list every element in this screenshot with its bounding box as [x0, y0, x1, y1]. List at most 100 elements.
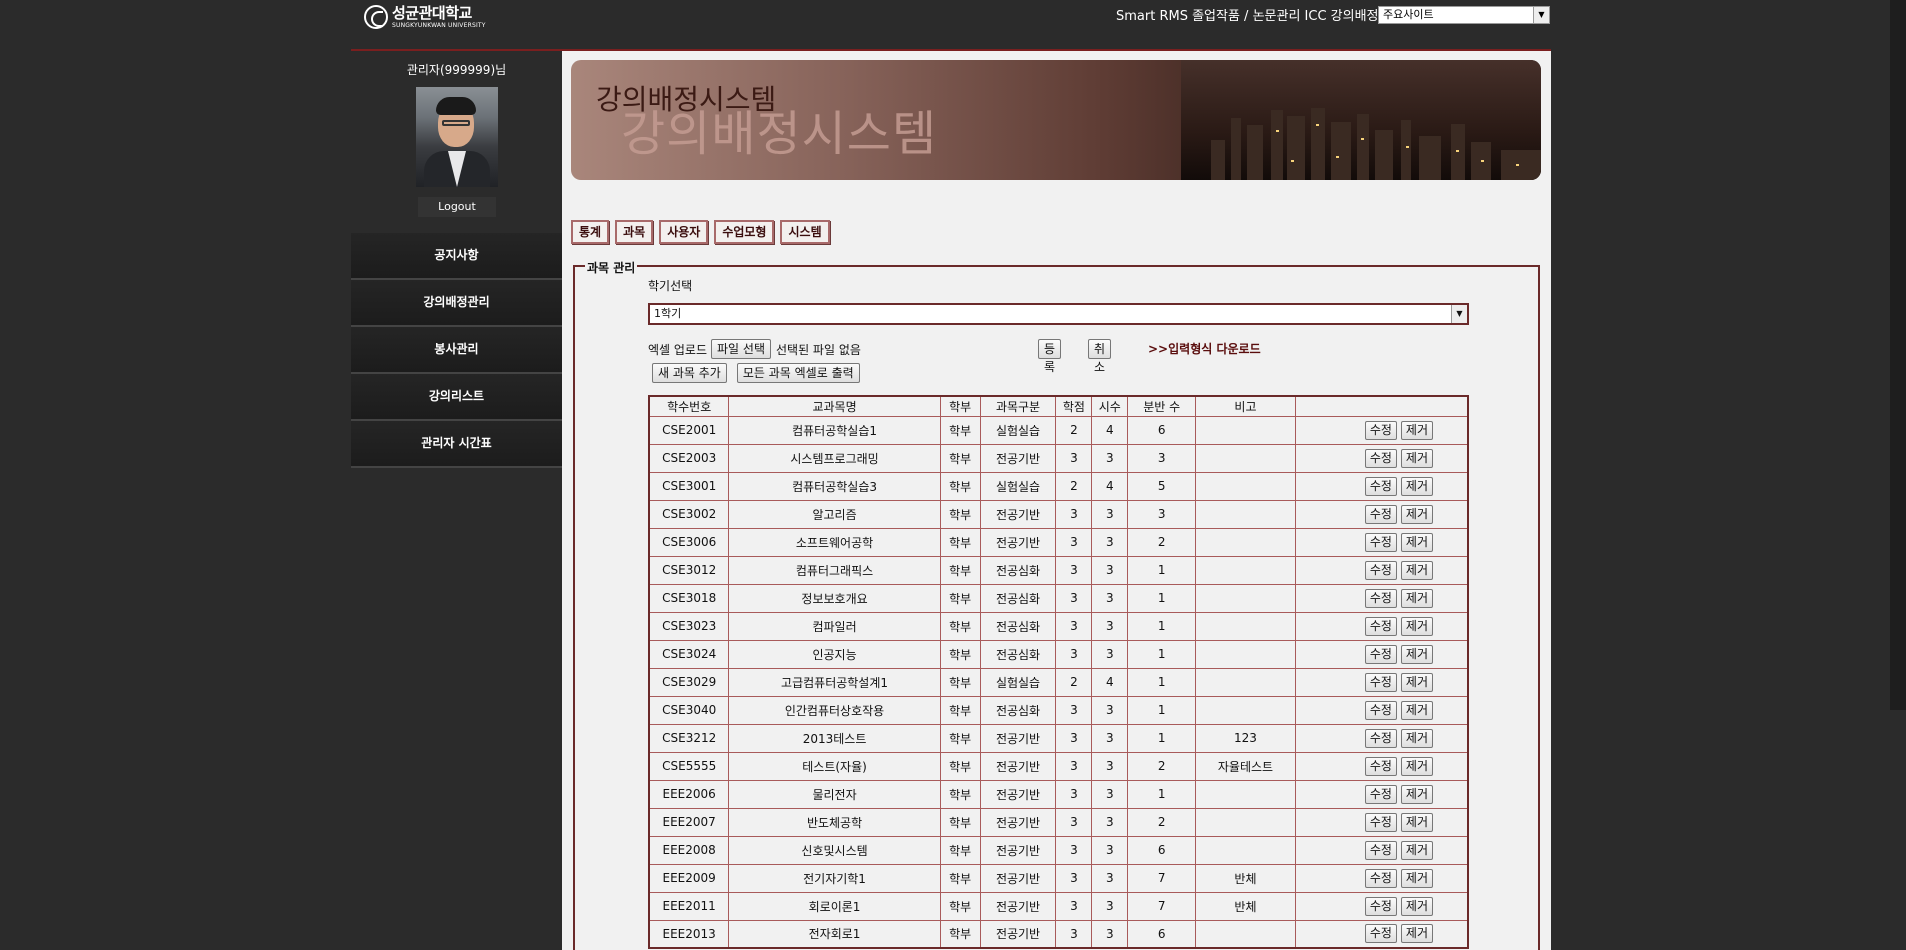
edit-button[interactable]: 수정: [1364, 644, 1397, 664]
delete-button[interactable]: 제거: [1400, 420, 1433, 440]
sidebar-item-lecture-assignment[interactable]: 강의배정관리: [351, 280, 562, 327]
delete-button[interactable]: 제거: [1400, 616, 1433, 636]
sidebar-item-service[interactable]: 봉사관리: [351, 327, 562, 374]
delete-button[interactable]: 제거: [1400, 532, 1433, 552]
cell-note: [1195, 667, 1296, 697]
delete-button[interactable]: 제거: [1400, 700, 1433, 720]
cell-category: 실험실습: [979, 471, 1057, 501]
university-logo[interactable]: 성균관대학교 SUNGKYUNKWAN UNIVERSITY: [364, 5, 486, 29]
edit-button[interactable]: 수정: [1364, 812, 1397, 832]
cell-sections: 6: [1127, 919, 1197, 949]
edit-button[interactable]: 수정: [1364, 588, 1397, 608]
delete-button[interactable]: 제거: [1400, 868, 1433, 888]
edit-button[interactable]: 수정: [1364, 672, 1397, 692]
top-links[interactable]: Smart RMS 졸업작품 / 논문관리 ICC 강의배정: [1116, 5, 1379, 24]
delete-button[interactable]: 제거: [1400, 504, 1433, 524]
cell-course-code: CSE3023: [648, 611, 730, 641]
delete-button[interactable]: 제거: [1400, 812, 1433, 832]
cell-course-name: 고급컴퓨터공학설계1: [728, 667, 941, 697]
tab-class-model[interactable]: 수업모형: [714, 220, 775, 244]
edit-button[interactable]: 수정: [1364, 532, 1397, 552]
tab-statistics[interactable]: 통계: [571, 220, 610, 244]
edit-button[interactable]: 수정: [1364, 700, 1397, 720]
tab-courses[interactable]: 과목: [615, 220, 654, 244]
cell-course-name: 정보보호개요: [728, 583, 941, 613]
delete-button[interactable]: 제거: [1400, 924, 1433, 944]
table-row: CSE2001 컴퓨터공학실습1 학부 실험실습 2 4 6 수정 제거: [648, 415, 1469, 445]
cell-note: 반체: [1195, 863, 1296, 893]
sidebar-item-notice[interactable]: 공지사항: [351, 233, 562, 280]
table-row: CSE3029 고급컴퓨터공학설계1 학부 실험실습 2 4 1 수정 제거: [648, 667, 1469, 697]
delete-button[interactable]: 제거: [1400, 644, 1433, 664]
edit-button[interactable]: 수정: [1364, 868, 1397, 888]
cell-course-code: CSE3024: [648, 639, 730, 669]
table-row: CSE3040 인간컴퓨터상호작용 학부 전공심화 3 3 1 수정 제거: [648, 695, 1469, 725]
edit-button[interactable]: 수정: [1364, 896, 1397, 916]
semester-label: 학기선택: [648, 279, 693, 293]
cell-course-name: 시스템프로그래밍: [728, 443, 941, 473]
cell-division: 학부: [939, 835, 981, 865]
delete-button[interactable]: 제거: [1400, 728, 1433, 748]
cell-note: [1195, 527, 1296, 557]
cell-division: 학부: [939, 583, 981, 613]
delete-button[interactable]: 제거: [1400, 756, 1433, 776]
edit-button[interactable]: 수정: [1364, 504, 1397, 524]
cell-note: [1195, 583, 1296, 613]
col-header-note: 비고: [1195, 395, 1296, 417]
top-tabs: 통계 과목 사용자 수업모형 시스템: [571, 220, 830, 244]
cell-note: 123: [1195, 723, 1296, 753]
edit-button[interactable]: 수정: [1364, 420, 1397, 440]
edit-button[interactable]: 수정: [1364, 616, 1397, 636]
cell-division: 학부: [939, 415, 981, 445]
edit-button[interactable]: 수정: [1364, 728, 1397, 748]
edit-button[interactable]: 수정: [1364, 924, 1397, 944]
file-select-button[interactable]: 파일 선택: [711, 339, 771, 359]
table-header-row: 학수번호 교과목명 학부 과목구분 학점 시수 분반 수 비고: [648, 395, 1469, 417]
dropdown-arrow-icon: ▼: [1451, 305, 1467, 323]
cell-credits: 3: [1055, 723, 1093, 753]
cell-credits: 3: [1055, 611, 1093, 641]
delete-button[interactable]: 제거: [1400, 896, 1433, 916]
cell-division: 학부: [939, 443, 981, 473]
edit-button[interactable]: 수정: [1364, 476, 1397, 496]
logout-button[interactable]: Logout: [418, 197, 496, 217]
cell-hours: 3: [1091, 723, 1129, 753]
cancel-button[interactable]: 취소: [1088, 339, 1112, 374]
add-course-button[interactable]: 새 과목 추가: [652, 363, 727, 383]
cell-course-name: 전자회로1: [728, 919, 941, 949]
edit-button[interactable]: 수정: [1364, 560, 1397, 580]
cell-credits: 3: [1055, 891, 1093, 921]
site-select[interactable]: 주요사이트 ▼: [1378, 6, 1550, 24]
cell-course-name: 컴퓨터그래픽스: [728, 555, 941, 585]
course-management-panel: 과목 관리 학기선택 1학기 ▼ 엑셀 업로드 파일 선택 선택된 파일 없음 …: [573, 259, 1540, 950]
export-excel-button[interactable]: 모든 과목 엑셀로 출력: [736, 363, 860, 383]
edit-button[interactable]: 수정: [1364, 784, 1397, 804]
delete-button[interactable]: 제거: [1400, 672, 1433, 692]
main-content: 강의배정시스템 강의배정시스템 통계 과목 사용자 수업모형 시스템 과목 관리…: [562, 49, 1551, 950]
cell-note: [1195, 471, 1296, 501]
delete-button[interactable]: 제거: [1400, 840, 1433, 860]
course-table: 학수번호 교과목명 학부 과목구분 학점 시수 분반 수 비고 CSE2001 컴…: [648, 395, 1469, 949]
cell-category: 실험실습: [979, 667, 1057, 697]
register-button[interactable]: 등록: [1038, 339, 1062, 374]
delete-button[interactable]: 제거: [1400, 476, 1433, 496]
edit-button[interactable]: 수정: [1364, 448, 1397, 468]
tab-users[interactable]: 사용자: [659, 220, 709, 244]
cell-credits: 3: [1055, 583, 1093, 613]
cell-sections: 6: [1127, 415, 1197, 445]
tab-system[interactable]: 시스템: [780, 220, 830, 244]
delete-button[interactable]: 제거: [1400, 588, 1433, 608]
delete-button[interactable]: 제거: [1400, 560, 1433, 580]
edit-button[interactable]: 수정: [1364, 756, 1397, 776]
sidebar-item-admin-timetable[interactable]: 관리자 시간표: [351, 421, 562, 468]
cell-category: 전공기반: [979, 919, 1057, 949]
cell-sections: 1: [1127, 555, 1197, 585]
sidebar-item-lecture-list[interactable]: 강의리스트: [351, 374, 562, 421]
cell-credits: 3: [1055, 751, 1093, 781]
semester-select[interactable]: 1학기 ▼: [648, 303, 1469, 325]
delete-button[interactable]: 제거: [1400, 784, 1433, 804]
format-download-link[interactable]: >>입력형식 다운로드: [1148, 340, 1261, 357]
delete-button[interactable]: 제거: [1400, 448, 1433, 468]
edit-button[interactable]: 수정: [1364, 840, 1397, 860]
cell-credits: 3: [1055, 807, 1093, 837]
